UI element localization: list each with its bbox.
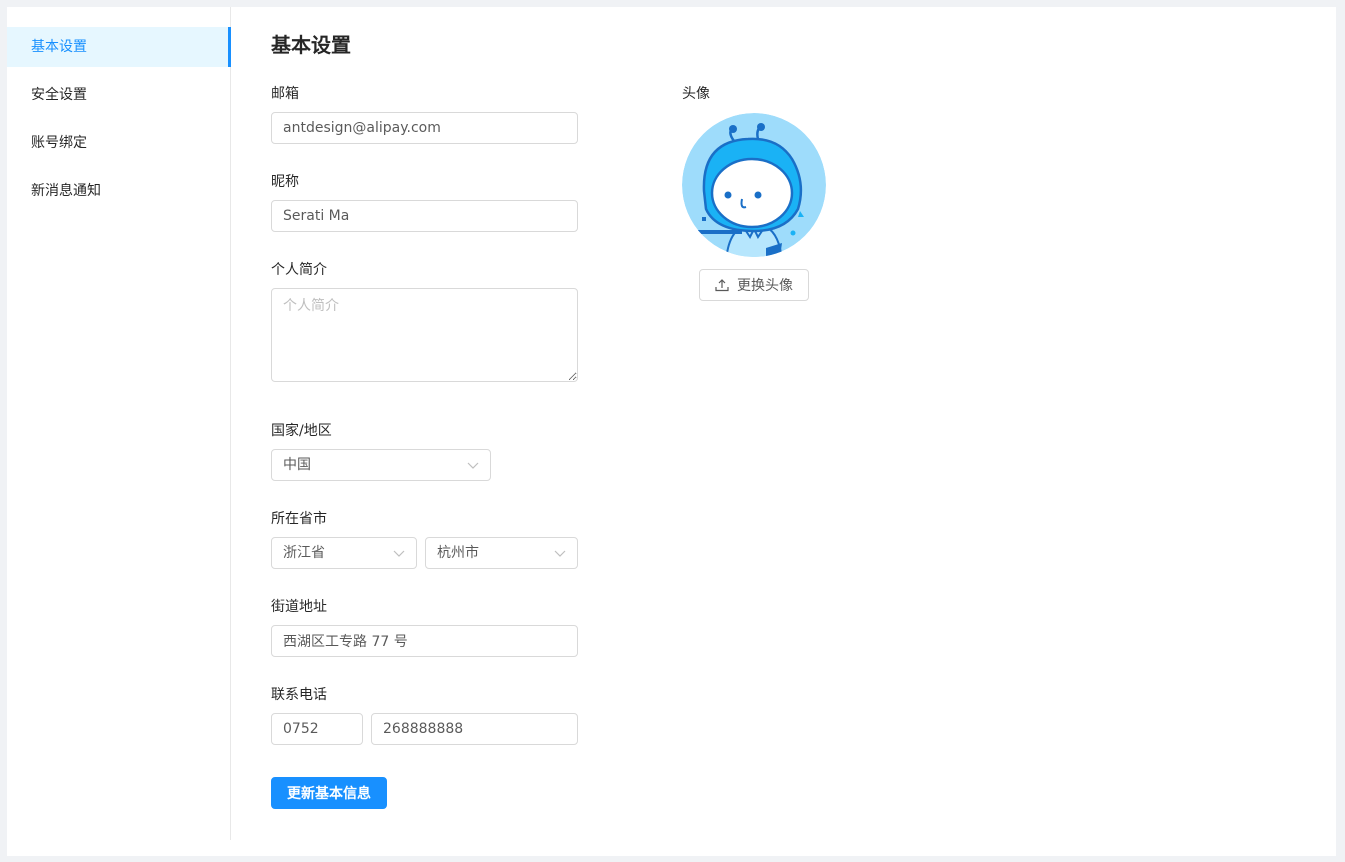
bio-field-group: 个人简介: [271, 261, 579, 382]
settings-page: 基本设置 安全设置 账号绑定 新消息通知 基本设置 邮箱 昵称 个人简介 国家/…: [7, 7, 1336, 856]
city-select-value: 杭州市: [437, 545, 479, 561]
page-title: 基本设置: [271, 33, 351, 57]
email-field-group: 邮箱: [271, 85, 579, 144]
email-input[interactable]: [271, 112, 578, 144]
region-field-group: 所在省市 浙江省 杭州市: [271, 510, 579, 569]
email-label: 邮箱: [271, 86, 299, 102]
change-avatar-button[interactable]: 更换头像: [699, 269, 809, 301]
province-select[interactable]: 浙江省: [271, 537, 417, 569]
address-field-group: 街道地址: [271, 598, 579, 657]
avatar: [682, 113, 826, 257]
city-select[interactable]: 杭州市: [425, 537, 578, 569]
address-label: 街道地址: [271, 599, 327, 615]
country-label: 国家/地区: [271, 423, 332, 439]
region-label: 所在省市: [271, 511, 327, 527]
sidebar-item-account-binding[interactable]: 账号绑定: [7, 123, 230, 163]
phone-field-group: 联系电话: [271, 686, 579, 745]
sidebar-item-message-notification[interactable]: 新消息通知: [7, 171, 230, 211]
settings-sidebar: 基本设置 安全设置 账号绑定 新消息通知: [7, 7, 231, 840]
province-select-value: 浙江省: [283, 545, 325, 561]
avatar-illustration: [682, 113, 826, 257]
country-select[interactable]: 中国: [271, 449, 491, 481]
sidebar-item-basic-settings[interactable]: 基本设置: [7, 27, 231, 67]
phone-area-code-input[interactable]: [271, 713, 363, 745]
update-basic-info-button[interactable]: 更新基本信息: [271, 777, 387, 809]
phone-label: 联系电话: [271, 687, 327, 703]
country-select-value: 中国: [283, 457, 311, 473]
nickname-input[interactable]: [271, 200, 578, 232]
chevron-down-icon: [467, 462, 479, 469]
address-input[interactable]: [271, 625, 578, 657]
upload-icon: [715, 279, 729, 292]
avatar-section: 头像 更换头像: [682, 85, 882, 301]
chevron-down-icon: [393, 550, 405, 557]
basic-settings-form: 邮箱 昵称 个人简介 国家/地区 中国: [271, 85, 579, 809]
chevron-down-icon: [554, 550, 566, 557]
change-avatar-label: 更换头像: [737, 278, 793, 294]
phone-number-input[interactable]: [371, 713, 578, 745]
bio-label: 个人简介: [271, 262, 327, 278]
nickname-field-group: 昵称: [271, 173, 579, 232]
nickname-label: 昵称: [271, 174, 299, 190]
avatar-label: 头像: [682, 86, 710, 102]
country-field-group: 国家/地区 中国: [271, 422, 579, 481]
sidebar-item-security-settings[interactable]: 安全设置: [7, 75, 230, 115]
bio-textarea[interactable]: [271, 288, 578, 382]
